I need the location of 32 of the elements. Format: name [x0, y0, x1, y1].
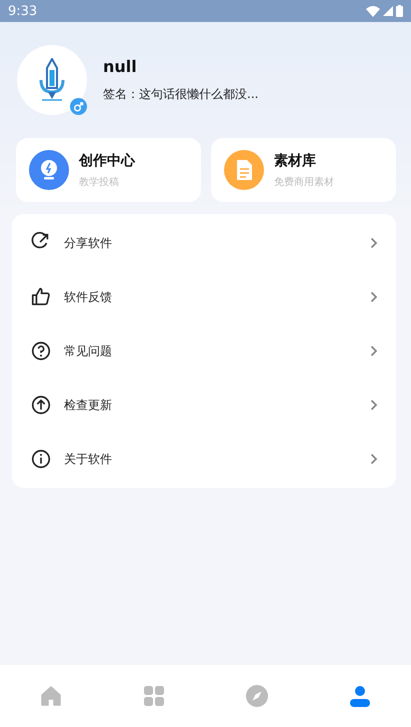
card-subtitle: 教学投稿	[79, 176, 120, 188]
menu-item[interactable]: 检查更新	[12, 378, 396, 432]
question-icon	[30, 340, 52, 362]
chevron-icon	[370, 453, 378, 465]
chevron-icon	[370, 399, 378, 411]
thumb-icon	[30, 286, 52, 308]
feature-card[interactable]: 素材库 免费商用素材	[211, 138, 396, 202]
menu-item[interactable]: 分享软件	[12, 216, 396, 270]
chevron-icon	[370, 237, 378, 249]
home-icon[interactable]	[39, 684, 64, 708]
card-title: 创作中心	[79, 152, 135, 170]
wifi-icon	[366, 6, 380, 16]
menu-item[interactable]: 关于软件	[12, 432, 396, 486]
user-name: null	[103, 57, 138, 76]
card-subtitle: 免费商用素材	[274, 176, 334, 188]
signature: 签名：这句话很懒什么都没...	[103, 86, 258, 103]
update-icon	[30, 394, 52, 416]
person-icon[interactable]	[348, 684, 372, 708]
chevron-icon	[370, 345, 378, 357]
male-icon	[70, 98, 87, 115]
pen-logo-icon	[37, 58, 67, 102]
signal-icon	[383, 6, 393, 16]
chevron-icon	[370, 291, 378, 303]
menu-item[interactable]: 软件反馈	[12, 270, 396, 324]
compass-icon[interactable]	[244, 684, 269, 708]
menu-item[interactable]: 常见问题	[12, 324, 396, 378]
battery-icon	[396, 5, 403, 17]
feature-card[interactable]: 创作中心 教学投稿	[16, 138, 201, 202]
apps-icon[interactable]	[142, 684, 166, 708]
card-title: 素材库	[274, 152, 317, 170]
status-time: 9:33	[8, 4, 38, 18]
info-icon	[30, 448, 52, 470]
